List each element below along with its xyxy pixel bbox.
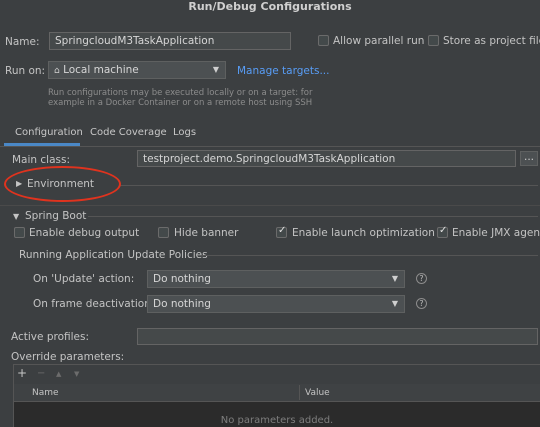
run-on-label: Run on:	[5, 65, 46, 77]
column-header-name[interactable]: Name	[32, 388, 59, 398]
table-header	[14, 384, 540, 402]
help-icon[interactable]: ?	[416, 298, 427, 309]
allow-parallel-checkbox[interactable]	[318, 35, 329, 46]
on-update-combo[interactable]: Do nothing ▼	[147, 270, 405, 288]
active-profiles-input[interactable]	[137, 328, 538, 345]
on-frame-value: Do nothing	[153, 298, 211, 310]
run-on-target: Local machine	[63, 64, 139, 76]
empty-table-text: No parameters added.	[220, 415, 334, 426]
enable-debug-output-label[interactable]: Enable debug output	[29, 227, 139, 239]
tab-configuration[interactable]: Configuration	[15, 127, 83, 138]
tab-code-coverage[interactable]: Code Coverage	[90, 127, 167, 138]
update-policies-divider	[201, 255, 538, 256]
enable-launch-optimization-checkbox[interactable]	[276, 225, 287, 238]
on-frame-label: On frame deactivation:	[33, 298, 155, 310]
name-label: Name:	[5, 36, 40, 48]
add-icon[interactable]: +	[17, 366, 27, 380]
tab-logs[interactable]: Logs	[173, 127, 196, 138]
column-separator	[299, 385, 300, 400]
spring-boot-top-divider	[0, 205, 540, 206]
run-on-combo[interactable]: ⌂ Local machine ▼	[48, 61, 226, 79]
chevron-down-icon: ▼	[391, 274, 398, 283]
enable-debug-output-checkbox[interactable]	[14, 227, 25, 238]
chevron-down-icon[interactable]: ▼	[13, 212, 19, 221]
on-update-value: Do nothing	[153, 273, 211, 285]
on-frame-combo[interactable]: Do nothing ▼	[147, 295, 405, 313]
move-down-icon[interactable]: ▼	[74, 370, 79, 378]
spring-boot-divider	[88, 216, 538, 217]
enable-launch-optimization-label[interactable]: Enable launch optimization	[292, 227, 435, 239]
home-icon: ⌂	[54, 66, 60, 76]
run-on-hint-line2: example in a Docker Container or on a re…	[48, 98, 313, 108]
enable-jmx-agent-checkbox[interactable]	[437, 225, 448, 238]
store-as-file-checkbox[interactable]	[428, 35, 439, 46]
hide-banner-label[interactable]: Hide banner	[174, 227, 238, 239]
environment-divider	[120, 185, 538, 186]
browse-main-class-button[interactable]: ...	[520, 151, 538, 166]
name-input[interactable]: SpringcloudM3TaskApplication	[49, 32, 291, 50]
tab-divider	[0, 146, 540, 147]
annotation-ellipse	[4, 166, 121, 202]
store-as-file-label[interactable]: Store as project file	[443, 35, 540, 47]
spring-boot-section[interactable]: Spring Boot	[25, 210, 86, 222]
remove-icon[interactable]: −	[37, 368, 45, 379]
help-icon[interactable]: ?	[416, 273, 427, 284]
override-parameters-label: Override parameters:	[11, 351, 125, 363]
column-header-value[interactable]: Value	[305, 388, 330, 398]
allow-parallel-label[interactable]: Allow parallel run	[333, 35, 424, 47]
window-title: Run/Debug Configurations	[188, 0, 352, 13]
manage-targets-link[interactable]: Manage targets...	[237, 65, 329, 77]
move-up-icon[interactable]: ▲	[56, 370, 61, 378]
chevron-down-icon: ▼	[391, 299, 398, 308]
enable-jmx-agent-label[interactable]: Enable JMX agent	[452, 227, 540, 239]
hide-banner-checkbox[interactable]	[158, 227, 169, 238]
main-class-label: Main class:	[12, 154, 71, 166]
main-class-input[interactable]: testproject.demo.SpringcloudM3TaskApplic…	[137, 150, 516, 167]
on-update-label: On 'Update' action:	[33, 273, 135, 285]
update-policies-heading: Running Application Update Policies	[19, 249, 208, 261]
active-profiles-label: Active profiles:	[11, 331, 89, 343]
chevron-down-icon: ▼	[212, 65, 219, 74]
